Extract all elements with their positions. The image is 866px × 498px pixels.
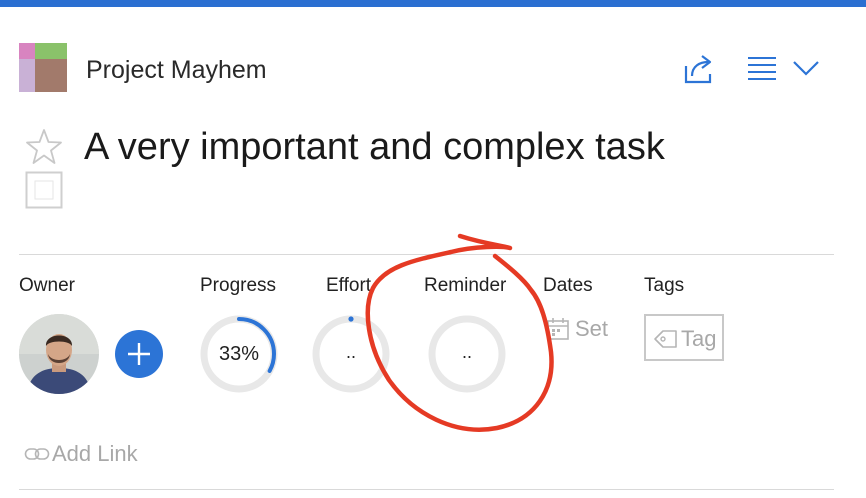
- calendar-icon: [547, 318, 569, 340]
- set-dates-label: Set: [575, 316, 609, 341]
- menu-button[interactable]: [744, 52, 780, 86]
- top-accent-bar: [0, 0, 866, 7]
- hamburger-menu-icon: [748, 57, 776, 80]
- reminder-ring[interactable]: ..: [427, 314, 507, 394]
- project-name[interactable]: Project Mayhem: [86, 56, 267, 85]
- owner-avatar[interactable]: [19, 314, 99, 394]
- add-tag-label: Tag: [681, 326, 717, 351]
- effort-value: ..: [345, 342, 356, 362]
- section-divider: [19, 254, 834, 255]
- add-owner-button[interactable]: [115, 330, 163, 378]
- share-button[interactable]: [680, 52, 718, 86]
- reminder-label: Reminder: [424, 275, 507, 296]
- tag-icon: [654, 330, 677, 348]
- progress-ring[interactable]: 33%: [199, 314, 279, 394]
- add-task-icon-button[interactable]: [25, 171, 63, 209]
- progress-value: 33%: [218, 343, 260, 365]
- add-icon-placeholder-icon: [25, 171, 63, 209]
- dates-label: Dates: [543, 275, 593, 296]
- link-icon: [24, 448, 50, 460]
- reminder-value: ..: [461, 342, 472, 362]
- project-logo-icon: [19, 43, 67, 92]
- tags-label: Tags: [644, 275, 685, 296]
- add-link-label: Add Link: [52, 441, 138, 466]
- section-divider-bottom: [19, 489, 834, 490]
- effort-ring[interactable]: ..: [311, 314, 391, 394]
- share-icon: [684, 55, 712, 84]
- favorite-star-button[interactable]: [24, 127, 64, 167]
- user-avatar-icon: [19, 314, 99, 394]
- progress-label: Progress: [200, 275, 277, 296]
- effort-label: Effort: [326, 275, 372, 296]
- chevron-down-icon: [793, 61, 819, 76]
- star-outline-icon: [26, 129, 62, 164]
- expand-button[interactable]: [790, 54, 822, 82]
- task-title[interactable]: A very important and complex task: [84, 126, 665, 169]
- owner-label: Owner: [19, 275, 75, 296]
- add-tag-button[interactable]: Tag: [644, 314, 724, 361]
- plus-icon: [128, 343, 150, 365]
